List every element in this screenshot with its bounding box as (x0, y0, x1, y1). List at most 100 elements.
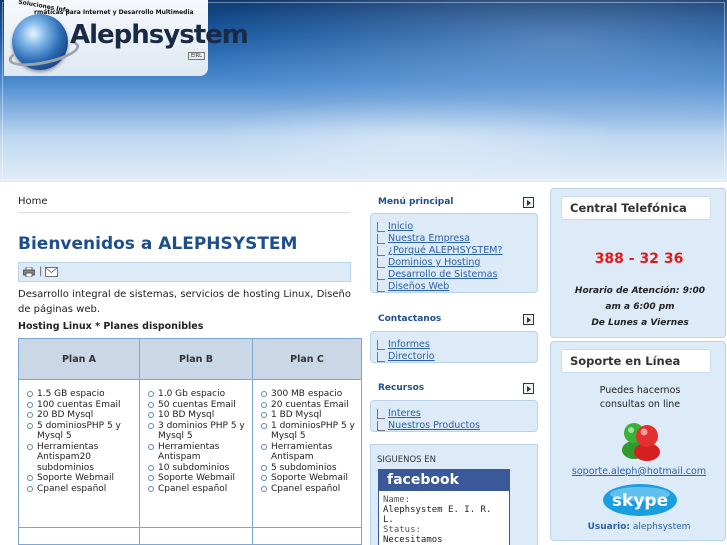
plan-feature-text: 5 subdominios (271, 462, 337, 473)
arrow-right-icon[interactable] (523, 197, 534, 208)
menu-item: Dominios y Hosting (377, 257, 537, 269)
menu-link[interactable]: ¿Porqué ALEPHSYSTEM? (388, 245, 502, 256)
menu-item: Diseños Web (377, 281, 537, 293)
fb-name-label: Name: (383, 495, 411, 505)
plan-feature: 300 MB espacio (253, 389, 361, 400)
plan-feature: 1 dominiosPHP 5 y Mysql 5 (253, 421, 361, 442)
plan-feature: 10 BD Mysql (140, 410, 252, 421)
tool-separator: | (39, 266, 43, 277)
plan-feature: 20 BD Mysql (19, 410, 139, 421)
msn-messenger-icon[interactable] (617, 416, 663, 462)
bullet-icon (148, 391, 154, 397)
right-column: Central Telefónica 388 - 32 36 Horario d… (546, 182, 727, 545)
menu-link[interactable]: Diseños Web (388, 281, 449, 292)
page-title: Bienvenidos a ALEPHSYSTEM (18, 234, 298, 254)
plan-feature-text: Soporte Webmail (37, 473, 114, 483)
plan-feature-text: Herramientas Antispam20 subdominios (37, 441, 99, 473)
bullet-icon (261, 475, 267, 481)
plan-a-features: 1.5 GB espacio 100 cuentas Email 20 BD Mys… (19, 380, 140, 528)
support-email-link[interactable]: soporte.aleph@hotmail.com (551, 466, 727, 477)
central-telefonica-header: Central Telefónica (561, 196, 711, 220)
menu-link[interactable]: Dominios y Hosting (388, 257, 480, 268)
fb-name-value: Alephsystem E. I. R. L. (383, 505, 492, 525)
plan-feature: Soporte Webmail (140, 473, 252, 484)
recursos-header: Recursos (370, 372, 542, 400)
bullet-icon (261, 391, 267, 397)
office-hours: Horario de Atención: 9:00 am a 6:00 pm D… (565, 283, 715, 331)
follow-us-title: SIGUENOS EN (377, 455, 436, 465)
fb-status-value: Necesitamos (383, 535, 443, 545)
contactanos-header: Contactanos (370, 303, 542, 331)
plan-feature: Cpanel español (140, 484, 252, 495)
plan-feature-text: 100 cuentas Email (37, 399, 121, 410)
bullet-icon (261, 401, 267, 408)
bullet-icon (27, 422, 33, 429)
facebook-logo: facebook (387, 472, 459, 488)
skype-icon[interactable]: skype (601, 482, 679, 518)
svg-text:skype: skype (612, 491, 668, 511)
menu-link[interactable]: Nuestra Empresa (388, 233, 470, 244)
menu-link[interactable]: Interes (388, 408, 421, 419)
plan-feature: 3 dominios PHP 5 y Mysql 5 (140, 421, 252, 442)
menu-link[interactable]: Directorio (388, 351, 435, 362)
menu-item: Nuestros Productos (377, 420, 537, 432)
plan-c-features: 300 MB espacio 20 cuentas Email 1 BD Mysql… (253, 380, 361, 528)
plan-feature-text: Herramientas Antispam (158, 441, 220, 463)
menu-principal: Inicio Nuestra Empresa ¿Porqué ALEPHSYSTEM… (370, 213, 538, 293)
menu-link[interactable]: Informes (388, 339, 430, 350)
menu-item: Nuestra Empresa (377, 233, 537, 245)
arrow-right-icon[interactable] (523, 314, 534, 325)
main-content: Home Bienvenidos a ALEPHSYSTEM | Desarro… (0, 182, 366, 545)
follow-us-box: SIGUENOS EN facebook Name: Alephsystem E… (370, 444, 538, 545)
logo[interactable]: Soluciones Info rmáticas para Internet y… (4, 0, 249, 76)
menu-link[interactable]: Desarrollo de Sistemas (388, 269, 497, 280)
bullet-icon (261, 422, 267, 429)
bullet-icon (261, 443, 267, 450)
plan-feature-text: 10 subdominios (158, 462, 230, 473)
plan-feature: 1 BD Mysql (253, 410, 361, 421)
bullet-icon (148, 422, 154, 429)
plan-feature: Herramientas Antispam (140, 442, 252, 463)
plan-feature: 10 subdominios (140, 463, 252, 474)
plan-feature-text: 1.5 GB espacio (37, 389, 105, 399)
plan-feature: Soporte Webmail (253, 473, 361, 484)
arrow-right-icon[interactable] (523, 383, 534, 394)
bullet-icon (148, 475, 154, 481)
central-telefonica-title: Central Telefónica (570, 201, 687, 215)
menu-item: Informes (377, 339, 537, 351)
bullet-icon (261, 412, 267, 418)
menu-link[interactable]: Nuestros Productos (388, 420, 480, 431)
logo-name: Alephsystem (70, 20, 249, 50)
skype-user[interactable]: Usuario: alephsystem (551, 522, 727, 532)
breadcrumb-divider (18, 212, 350, 213)
print-icon[interactable] (23, 267, 35, 277)
recursos-title: Recursos (378, 383, 425, 393)
menu-recursos: Interes Nuestros Productos (370, 400, 538, 432)
plan-feature-text: 5 dominiosPHP 5 y Mysql 5 (37, 420, 121, 442)
bullet-icon (148, 401, 154, 408)
plan-feature-text: Soporte Webmail (158, 473, 235, 483)
phone-number: 388 - 32 36 (594, 251, 684, 267)
breadcrumb[interactable]: Home (18, 196, 48, 207)
plan-feature-text: 20 BD Mysql (37, 410, 94, 420)
bullet-icon (27, 391, 33, 397)
soporte-title: Soporte en Línea (570, 354, 681, 368)
menu-link[interactable]: Inicio (388, 221, 413, 232)
logo-suffix: EIRL (188, 52, 205, 60)
email-icon[interactable] (45, 267, 58, 277)
facebook-badge[interactable]: facebook Name: Alephsystem E. I. R. L. S… (378, 469, 510, 545)
plan-feature-text: Cpanel español (37, 483, 107, 494)
plan-feature: 1.0 Gb espacio (140, 389, 252, 400)
plan-feature-text: 3 dominios PHP 5 y Mysql 5 (158, 420, 245, 442)
bullet-icon (148, 485, 154, 492)
bullet-icon (148, 443, 154, 450)
plan-feature: Herramientas Antispam20 subdominios (19, 442, 139, 474)
intro-text: Desarrollo integral de sistemas, servici… (18, 289, 351, 315)
bullet-icon (27, 412, 33, 418)
plan-feature: Herramientas Antispam (253, 442, 361, 463)
support-text-line-1: Puedes hacernos (599, 385, 681, 396)
skype-user-label: Usuario: (587, 522, 631, 532)
support-text-line-2: consultas on line (599, 399, 681, 410)
plan-b-footer (140, 528, 253, 545)
facebook-header: facebook (379, 470, 509, 491)
